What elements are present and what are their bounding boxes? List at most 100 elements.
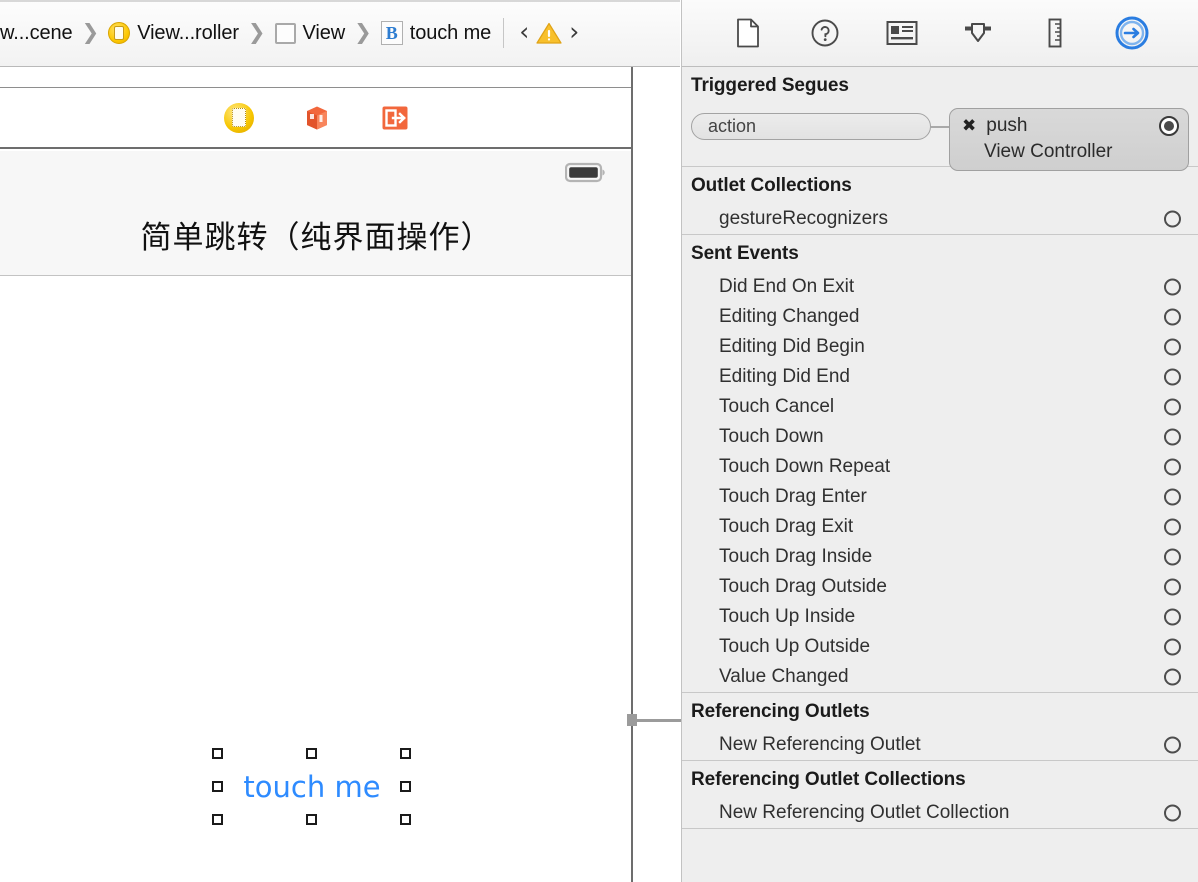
- segue-action-pill[interactable]: action: [691, 113, 931, 140]
- identity-inspector-tab[interactable]: [885, 16, 919, 50]
- breadcrumb-label: View: [303, 22, 346, 45]
- connection-dot[interactable]: [1164, 579, 1181, 596]
- button-icon: B: [381, 21, 403, 45]
- connection-dot[interactable]: [1164, 309, 1181, 326]
- breadcrumb-separator-icon: ❯: [348, 20, 378, 46]
- sent-event-row[interactable]: Touch Drag Enter: [682, 482, 1198, 512]
- breadcrumb-item-scene[interactable]: w...cene: [0, 0, 76, 66]
- section-title-referencing-outlets: Referencing Outlets: [682, 693, 1198, 730]
- battery-icon: [565, 162, 607, 183]
- sent-event-row[interactable]: Did End On Exit: [682, 272, 1198, 302]
- next-issue-button[interactable]: ›: [566, 19, 582, 47]
- section-title-sent-events: Sent Events: [682, 235, 1198, 272]
- selection-handle[interactable]: [400, 814, 411, 825]
- connection-dot[interactable]: [1164, 211, 1181, 228]
- quick-help-inspector-tab[interactable]: [808, 16, 842, 50]
- exit-dock-icon[interactable]: [380, 103, 410, 133]
- connection-dot[interactable]: [1164, 519, 1181, 536]
- segue-connection-line: [931, 126, 949, 128]
- row-label: Touch Cancel: [719, 396, 834, 418]
- navigation-bar: 简单跳转（纯界面操作）: [0, 193, 633, 276]
- selection-handle[interactable]: [212, 781, 223, 792]
- selection-handle[interactable]: [306, 814, 317, 825]
- sent-event-row[interactable]: Editing Did Begin: [682, 332, 1198, 362]
- view-controller-dock-icon[interactable]: [224, 103, 254, 133]
- row-label: Touch Drag Exit: [719, 516, 853, 538]
- sent-event-row[interactable]: Touch Down: [682, 422, 1198, 452]
- file-inspector-tab[interactable]: [731, 16, 765, 50]
- sent-event-row[interactable]: Touch Up Inside: [682, 602, 1198, 632]
- selection-handle[interactable]: [212, 748, 223, 759]
- section-divider: [682, 828, 1198, 829]
- connection-dot[interactable]: [1164, 399, 1181, 416]
- sent-event-row[interactable]: Editing Changed: [682, 302, 1198, 332]
- connection-dot[interactable]: [1164, 489, 1181, 506]
- connection-dot[interactable]: [1164, 429, 1181, 446]
- triggered-segue-row[interactable]: action ✖ push View Controller: [682, 104, 1198, 166]
- row-label: gestureRecognizers: [719, 208, 888, 230]
- row-label: Did End On Exit: [719, 276, 854, 298]
- breadcrumb-item-button[interactable]: B touch me: [378, 0, 494, 66]
- connection-dot[interactable]: [1164, 669, 1181, 686]
- selection-handle[interactable]: [400, 781, 411, 792]
- size-inspector-tab[interactable]: [1038, 16, 1072, 50]
- row-label: Editing Did End: [719, 366, 850, 388]
- scene-dock: [0, 87, 633, 149]
- breadcrumb-item-view-controller[interactable]: View...roller: [105, 0, 242, 66]
- sent-event-row[interactable]: Touch Down Repeat: [682, 452, 1198, 482]
- segue-disconnect-icon[interactable]: ✖: [962, 116, 976, 136]
- inspector-content: Triggered Segues action ✖ push View Cont…: [682, 67, 1198, 882]
- segue-kind-row: ✖ push: [950, 113, 1188, 139]
- warning-triangle-icon[interactable]: [536, 22, 562, 45]
- xcode-interface-builder-window: w...cene ❯ View...roller ❯ View ❯ B touc…: [0, 0, 1198, 882]
- storyboard-canvas[interactable]: 简单跳转（纯界面操作） touch me: [0, 67, 633, 882]
- connection-dot[interactable]: [1164, 805, 1181, 822]
- previous-issue-button[interactable]: ‹: [516, 19, 532, 47]
- sent-event-row[interactable]: Touch Drag Outside: [682, 572, 1198, 602]
- selection-handle[interactable]: [400, 748, 411, 759]
- connection-dot[interactable]: [1164, 609, 1181, 626]
- row-label: Touch Drag Inside: [719, 546, 872, 568]
- row-label: Value Changed: [719, 666, 849, 688]
- breadcrumb-label: touch me: [410, 22, 491, 45]
- jump-bar: w...cene ❯ View...roller ❯ View ❯ B touc…: [0, 0, 680, 67]
- selected-button[interactable]: touch me: [212, 748, 412, 825]
- attributes-inspector-tab[interactable]: [961, 16, 995, 50]
- connection-dot[interactable]: [1164, 549, 1181, 566]
- section-title-outlet-collections: Outlet Collections: [682, 167, 1198, 204]
- row-label: New Referencing Outlet Collection: [719, 802, 1009, 824]
- sent-event-row[interactable]: Touch Drag Exit: [682, 512, 1198, 542]
- row-label: Touch Up Inside: [719, 606, 855, 628]
- connection-dot[interactable]: [1164, 339, 1181, 356]
- connections-inspector-panel: Triggered Segues action ✖ push View Cont…: [681, 0, 1198, 882]
- row-label: New Referencing Outlet: [719, 734, 921, 756]
- breadcrumb-label: View...roller: [137, 22, 239, 45]
- breadcrumb-separator-icon: ❯: [242, 20, 272, 46]
- connection-line: [633, 719, 681, 722]
- selection-handle[interactable]: [212, 814, 223, 825]
- referencing-outlet-collection-row[interactable]: New Referencing Outlet Collection: [682, 798, 1198, 828]
- connection-dot[interactable]: [1164, 639, 1181, 656]
- segue-destination-box[interactable]: ✖ push View Controller: [949, 108, 1189, 171]
- segue-connection-dot[interactable]: [1159, 116, 1179, 136]
- first-responder-dock-icon[interactable]: [302, 103, 332, 133]
- referencing-outlet-row[interactable]: New Referencing Outlet: [682, 730, 1198, 760]
- sent-event-row[interactable]: Touch Up Outside: [682, 632, 1198, 662]
- row-label: Editing Did Begin: [719, 336, 865, 358]
- sent-event-row[interactable]: Editing Did End: [682, 362, 1198, 392]
- breadcrumb-item-view[interactable]: View: [272, 0, 349, 66]
- inspector-tab-bar: [682, 0, 1198, 67]
- connection-dot[interactable]: [1164, 737, 1181, 754]
- section-title-triggered-segues: Triggered Segues: [682, 67, 1198, 104]
- segue-kind-label: push: [986, 115, 1027, 137]
- connection-dot[interactable]: [1164, 459, 1181, 476]
- connection-dot[interactable]: [1164, 279, 1181, 296]
- connections-inspector-tab[interactable]: [1115, 16, 1149, 50]
- sent-event-row[interactable]: Value Changed: [682, 662, 1198, 692]
- row-label: Touch Down Repeat: [719, 456, 890, 478]
- sent-event-row[interactable]: Touch Cancel: [682, 392, 1198, 422]
- outlet-collection-row[interactable]: gestureRecognizers: [682, 204, 1198, 234]
- connection-dot[interactable]: [1164, 369, 1181, 386]
- sent-event-row[interactable]: Touch Drag Inside: [682, 542, 1198, 572]
- selection-handle[interactable]: [306, 748, 317, 759]
